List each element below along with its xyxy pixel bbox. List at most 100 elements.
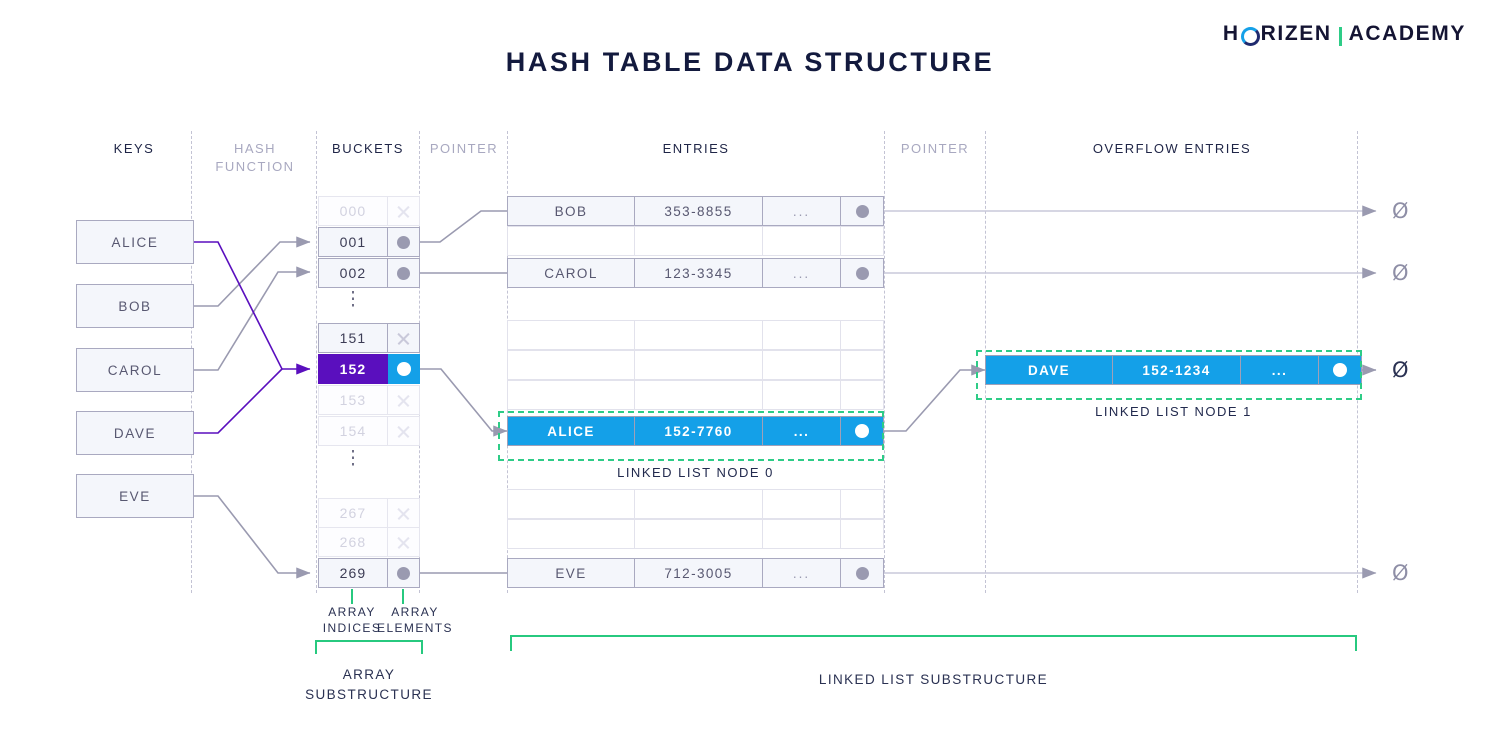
bracket-array-substructure xyxy=(315,640,423,654)
entry-more: ... xyxy=(763,416,841,446)
entry-phone: 152-7760 xyxy=(635,416,763,446)
bucket-index: 151 xyxy=(318,323,388,353)
entry-pointer xyxy=(841,226,884,256)
dot-icon xyxy=(855,266,869,280)
linked-list-node-1-label: LINKED LIST NODE 1 xyxy=(1095,404,1252,419)
entry-row-empty-2 xyxy=(507,320,884,350)
key-box-bob[interactable]: BOB xyxy=(76,284,194,328)
bucket-index: 000 xyxy=(318,196,388,226)
overflow-entry-row-dave[interactable]: DAVE 152-1234 ... xyxy=(985,355,1362,385)
annotation-line: ELEMENTS xyxy=(377,621,453,635)
entry-row-empty-4 xyxy=(507,380,884,410)
bucket-element xyxy=(388,258,420,288)
entry-pointer xyxy=(1319,355,1362,385)
bucket-row-267[interactable]: 267 xyxy=(318,498,420,528)
bucket-row-001[interactable]: 001 xyxy=(318,227,420,257)
x-icon xyxy=(396,393,411,408)
dot-icon xyxy=(397,566,410,580)
key-box-carol[interactable]: CAROL xyxy=(76,348,194,392)
key-label: EVE xyxy=(119,488,151,504)
bucket-element xyxy=(388,354,420,384)
entry-name: DAVE xyxy=(985,355,1113,385)
dot-white-icon xyxy=(1333,363,1347,377)
entry-phone: 353-8855 xyxy=(635,196,763,226)
bucket-element xyxy=(388,558,420,588)
entry-row-empty-6 xyxy=(507,519,884,549)
guide-hash-buckets xyxy=(316,131,317,593)
entry-pointer xyxy=(841,416,884,446)
entry-more: ... xyxy=(1241,355,1319,385)
dot-icon xyxy=(855,204,869,218)
page-title: HASH TABLE DATA STRUCTURE xyxy=(505,47,995,77)
column-header-pointer-2: POINTER xyxy=(900,141,970,156)
key-label: ALICE xyxy=(111,234,159,250)
key-box-alice[interactable]: ALICE xyxy=(76,220,194,264)
bucket-row-151[interactable]: 151 xyxy=(318,323,420,353)
column-header-hash-line2: FUNCTION xyxy=(215,159,295,174)
bracket-linked-list-substructure xyxy=(510,635,1357,651)
column-header-pointer-1: POINTER xyxy=(429,141,499,156)
brand-text-academy: ACADEMY xyxy=(1348,22,1466,45)
entry-name: ALICE xyxy=(507,416,635,446)
bucket-index: 268 xyxy=(318,527,388,557)
entry-row-empty-1 xyxy=(507,226,884,256)
bucket-element xyxy=(388,227,420,257)
bucket-row-269[interactable]: 269 xyxy=(318,558,420,588)
annotation-line: ARRAY xyxy=(391,605,439,619)
x-icon xyxy=(396,506,411,521)
entry-more: ... xyxy=(763,196,841,226)
dot-white-icon xyxy=(855,424,869,438)
key-box-dave[interactable]: DAVE xyxy=(76,411,194,455)
horizen-ring-icon xyxy=(1240,26,1260,46)
brand-logo: H RIZEN ACADEMY xyxy=(1223,22,1466,46)
x-icon xyxy=(396,535,411,550)
bucket-element xyxy=(388,527,420,557)
annotation-line: ARRAY xyxy=(342,667,396,682)
null-terminator-dave: Ø xyxy=(1392,358,1409,382)
bucket-element xyxy=(388,323,420,353)
entry-phone xyxy=(635,226,763,256)
bucket-ellipsis-top: ⋮ xyxy=(318,290,388,309)
key-box-eve[interactable]: EVE xyxy=(76,474,194,518)
ellipsis-glyph: ⋮ xyxy=(343,448,363,469)
entry-more xyxy=(763,226,841,256)
brand-text-rizen: RIZEN xyxy=(1260,22,1332,45)
bucket-index: 269 xyxy=(318,558,388,588)
dot-icon xyxy=(397,266,410,280)
entry-row-eve[interactable]: EVE 712-3005 ... xyxy=(507,558,884,588)
annotation-array-elements: ARRAY ELEMENTS xyxy=(360,604,470,636)
entry-more: ... xyxy=(763,258,841,288)
key-label: BOB xyxy=(118,298,152,314)
annotation-array-substructure: ARRAY SUBSTRUCTURE xyxy=(285,665,453,705)
key-label: CAROL xyxy=(107,362,163,378)
bucket-index: 002 xyxy=(318,258,388,288)
null-terminator-eve: Ø xyxy=(1392,561,1409,585)
bucket-index: 267 xyxy=(318,498,388,528)
x-icon xyxy=(396,424,411,439)
bucket-element xyxy=(388,385,420,415)
bucket-row-152[interactable]: 152 xyxy=(318,354,420,384)
entry-pointer xyxy=(841,558,884,588)
bucket-element xyxy=(388,416,420,446)
entry-row-carol[interactable]: CAROL 123-3345 ... xyxy=(507,258,884,288)
bucket-row-153[interactable]: 153 xyxy=(318,385,420,415)
bucket-ellipsis-bottom: ⋮ xyxy=(318,448,388,469)
bucket-index: 154 xyxy=(318,416,388,446)
bucket-index: 153 xyxy=(318,385,388,415)
bucket-index: 152 xyxy=(318,354,388,384)
diagram-canvas: H RIZEN ACADEMY HASH TABLE DATA STRUCTURE … xyxy=(0,0,1500,746)
entry-pointer xyxy=(841,258,884,288)
entry-row-bob[interactable]: BOB 353-8855 ... xyxy=(507,196,884,226)
bucket-row-000[interactable]: 000 xyxy=(318,196,420,226)
null-terminator-carol: Ø xyxy=(1392,261,1409,285)
brand-text-h: H xyxy=(1222,22,1240,45)
bucket-row-268[interactable]: 268 xyxy=(318,527,420,557)
column-header-buckets: BUCKETS xyxy=(332,141,404,156)
entry-phone: 152-1234 xyxy=(1113,355,1241,385)
bucket-row-002[interactable]: 002 xyxy=(318,258,420,288)
column-header-keys: KEYS xyxy=(113,141,155,156)
entry-row-alice[interactable]: ALICE 152-7760 ... xyxy=(507,416,884,446)
null-terminator-bob: Ø xyxy=(1392,199,1409,223)
entry-row-empty-3 xyxy=(507,350,884,380)
bucket-row-154[interactable]: 154 xyxy=(318,416,420,446)
